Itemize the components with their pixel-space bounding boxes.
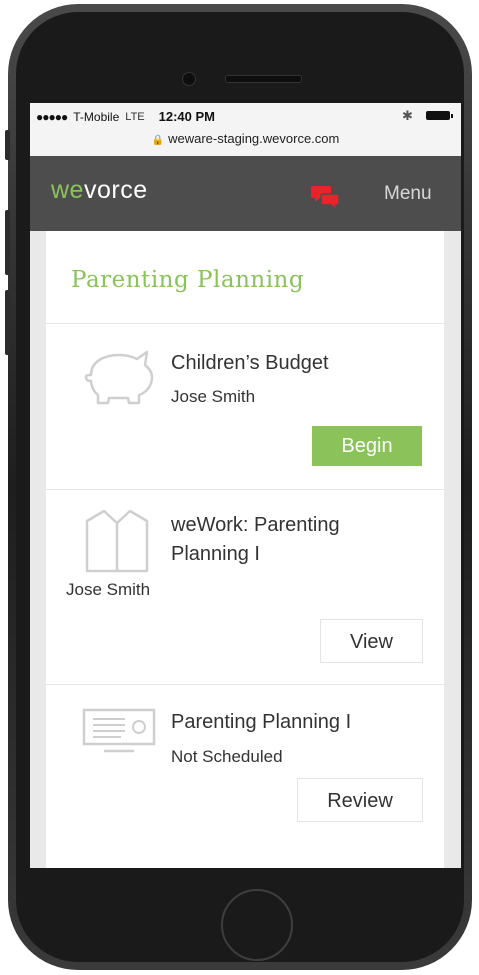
battery-icon: [426, 111, 453, 120]
list-item-parenting-planning-i: Parenting Planning I Not Scheduled Revie…: [46, 685, 444, 868]
section-title: Parenting Planning: [71, 267, 305, 293]
signal-strength-icon: ●●●●●: [36, 109, 68, 124]
bluetooth-icon: ✱: [402, 108, 413, 123]
status-bar: ●●●●● T-Mobile LTE 12:40 PM ✱ 🔒 weware-st…: [30, 103, 461, 156]
item-subtitle: Jose Smith: [171, 387, 256, 406]
front-camera: [182, 72, 196, 86]
item-title: Children’s Budget: [171, 352, 329, 374]
review-button[interactable]: Review: [297, 778, 423, 822]
phone-screen: ●●●●● T-Mobile LTE 12:40 PM ✱ 🔒 weware-st…: [30, 103, 461, 868]
volume-up-button: [5, 210, 10, 275]
clock: 12:40 PM: [158, 109, 215, 124]
projector-screen-icon: [82, 708, 156, 753]
mute-switch: [5, 130, 10, 160]
home-button[interactable]: [221, 889, 293, 961]
address-bar[interactable]: 🔒 weware-staging.wevorce.com: [30, 131, 461, 146]
list-item-childrens-budget: Children’s Budget Jose Smith Begin: [46, 324, 444, 490]
card-header: Parenting Planning: [46, 231, 444, 324]
menu-button[interactable]: Menu: [384, 183, 432, 205]
carrier-name: T-Mobile: [73, 109, 120, 124]
url-text: weware-staging.wevorce.com: [168, 131, 340, 146]
lock-icon: 🔒: [151, 135, 165, 146]
volume-down-button: [5, 290, 10, 355]
chat-bubbles-icon[interactable]: [311, 184, 341, 210]
piggy-bank-icon: [84, 350, 154, 405]
item-title: Parenting Planning I: [171, 711, 352, 733]
item-subtitle: Not Scheduled: [171, 747, 283, 766]
network-type: LTE: [125, 110, 145, 123]
begin-button[interactable]: Begin: [312, 426, 422, 466]
item-title-line1: weWork: Parenting: [171, 514, 340, 536]
earpiece-speaker: [225, 75, 302, 83]
item-title-line2: Planning I: [171, 543, 260, 565]
open-book-icon: [85, 509, 149, 573]
wevorce-logo[interactable]: wevorce: [51, 176, 148, 205]
view-button[interactable]: View: [320, 619, 423, 663]
parenting-planning-card: Parenting Planning Children’s Budget Jos…: [46, 231, 444, 868]
list-item-wework-parenting-planning: weWork: Parenting Planning I Jose Smith …: [46, 490, 444, 685]
item-subtitle: Jose Smith: [66, 580, 151, 599]
top-navbar: wevorce Menu: [30, 156, 461, 231]
